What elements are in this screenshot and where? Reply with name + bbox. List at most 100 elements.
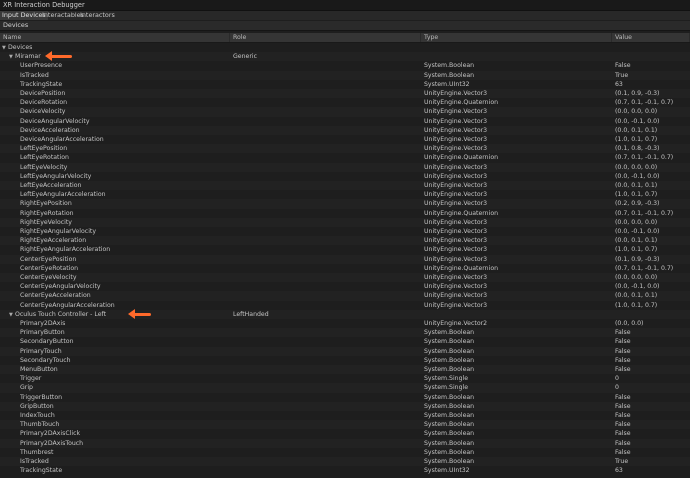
table-row[interactable]: DeviceAngularAcceleration UnityEngine.Vec… xyxy=(0,135,690,144)
table-row[interactable]: RightEyeAngularAcceleration UnityEngine.V… xyxy=(0,245,690,254)
table-row[interactable]: Thumbrest System.Boolean False xyxy=(0,448,690,457)
annotation-arrow-icon xyxy=(128,308,151,319)
table-row[interactable]: SecondaryTouch System.Boolean False xyxy=(0,356,690,365)
name-cell: PrimaryTouch xyxy=(20,347,228,356)
table-row[interactable]: UserPresence System.Boolean False xyxy=(0,61,690,70)
table-row[interactable]: RightEyeAngularVelocity UnityEngine.Vecto… xyxy=(0,227,690,236)
table-row[interactable]: SecondaryButton System.Boolean False xyxy=(0,337,690,346)
table-row[interactable]: CenterEyeAngularVelocity UnityEngine.Vect… xyxy=(0,282,690,291)
table-row[interactable]: PrimaryTouch System.Boolean False xyxy=(0,346,690,356)
table-row[interactable]: LeftEyeRotation UnityEngine.Quaternion (0.… xyxy=(0,153,690,162)
table-row[interactable]: CenterEyePosition UnityEngine.Vector3 (0.1… xyxy=(0,254,690,264)
table-row[interactable]: Trigger System.Single 0 xyxy=(0,374,690,383)
type-cell: UnityEngine.Vector3 xyxy=(424,108,488,116)
value-cell: False xyxy=(615,329,631,337)
name-cell: IndexTouch xyxy=(20,411,228,420)
table-row[interactable]: PrimaryButton System.Boolean False xyxy=(0,328,690,338)
window-titlebar: XR Interaction Debugger xyxy=(0,0,690,11)
tab-interactors[interactable]: Interactors xyxy=(78,11,117,20)
value-cell: (1.0, 0.1, 0.7) xyxy=(615,246,658,254)
value-cell: False xyxy=(615,412,631,419)
name-label: DeviceAcceleration xyxy=(20,126,80,134)
name-label: Trigger xyxy=(20,375,42,383)
name-label: CenterEyeAngularAcceleration xyxy=(20,301,115,309)
table-row[interactable]: RightEyeVelocity UnityEngine.Vector3 (0.0,… xyxy=(0,217,690,227)
value-cell: False xyxy=(615,439,631,447)
table-row[interactable]: MenuButton System.Boolean False xyxy=(0,365,690,375)
name-cell: DeviceVelocity xyxy=(20,107,228,116)
name-label: IsTracked xyxy=(20,71,49,79)
name-cell: RightEyeAngularAcceleration xyxy=(20,245,228,254)
type-cell: UnityEngine.Vector3 xyxy=(424,145,488,153)
table-row[interactable]: LeftEyePosition UnityEngine.Vector3 (0.1, … xyxy=(0,144,690,154)
type-cell: UnityEngine.Vector3 xyxy=(424,117,488,125)
table-row[interactable]: CenterEyeAcceleration UnityEngine.Vector3… xyxy=(0,291,690,301)
type-cell: System.Boolean xyxy=(424,356,475,364)
table-row[interactable]: TriggerButton System.Boolean False xyxy=(0,393,690,402)
name-label: CenterEyeAngularVelocity xyxy=(20,283,101,291)
table-row[interactable]: LeftEyeAngularVelocity UnityEngine.Vector… xyxy=(0,172,690,181)
value-cell: (0.1, 0.8, -0.3) xyxy=(615,145,660,153)
device-row[interactable]: ▼ Miramar Generic xyxy=(0,51,690,62)
table-row[interactable]: LeftEyeVelocity UnityEngine.Vector3 (0.0, … xyxy=(0,162,690,172)
type-cell: UnityEngine.Vector3 xyxy=(424,191,488,199)
table-row[interactable]: DeviceVelocity UnityEngine.Vector3 (0.0, 0… xyxy=(0,107,690,117)
name-cell: LeftEyeAcceleration xyxy=(20,181,228,190)
name-label: LeftEyeAcceleration xyxy=(20,182,82,189)
table-row[interactable]: CenterEyeVelocity UnityEngine.Vector3 (0.0… xyxy=(0,273,690,283)
table-row[interactable]: DeviceAngularVelocity UnityEngine.Vector3… xyxy=(0,117,690,126)
name-cell: ThumbTouch xyxy=(20,420,228,429)
table-row[interactable]: LeftEyeAngularAcceleration UnityEngine.Ve… xyxy=(0,190,690,199)
table-row[interactable]: Primary2DAxisTouch System.Boolean False xyxy=(0,438,690,448)
table-row[interactable]: Primary2DAxisClick System.Boolean False xyxy=(0,429,690,438)
name-label: UserPresence xyxy=(20,62,63,70)
name-cell: IsTracked xyxy=(20,457,228,466)
table-row[interactable]: ThumbTouch System.Boolean False xyxy=(0,420,690,430)
table-row[interactable]: RightEyeAcceleration UnityEngine.Vector3 (… xyxy=(0,236,690,246)
name-label: RightEyeAngularVelocity xyxy=(20,228,97,235)
table-row[interactable]: Grip System.Single 0 xyxy=(0,383,690,393)
name-label: TrackingState xyxy=(20,467,63,475)
table-row[interactable]: Primary2DAxis UnityEngine.Vector2 (0.0, 0.… xyxy=(0,319,690,328)
device-tree[interactable]: ▼ Devices ▼ Miramar Generic UserPresence Syste… xyxy=(0,43,690,478)
tree-root-row[interactable]: ▼ Devices xyxy=(0,43,690,52)
name-label: LeftEyeAngularVelocity xyxy=(20,172,92,180)
name-label: IsTracked xyxy=(20,458,49,465)
name-label: LeftEyeVelocity xyxy=(20,163,68,171)
value-cell: 0 xyxy=(615,375,619,383)
table-row[interactable]: TrackingState System.UInt32 63 xyxy=(0,466,690,475)
table-row[interactable]: RightEyePosition UnityEngine.Vector3 (0.2,… xyxy=(0,199,690,209)
table-row[interactable]: RightEyeRotation UnityEngine.Quaternion (0… xyxy=(0,209,690,218)
name-cell: RightEyePosition xyxy=(20,199,228,208)
name-cell: TrackingState xyxy=(20,466,228,475)
tab-bar: Input Devices Interactables Interactors xyxy=(0,11,690,20)
table-row[interactable]: GripButton System.Boolean False xyxy=(0,401,690,411)
table-row[interactable]: IndexTouch System.Boolean False xyxy=(0,411,690,420)
table-row[interactable]: TrackingState System.UInt32 63 xyxy=(0,80,690,89)
table-row[interactable]: IsTracked System.Boolean True xyxy=(0,70,690,80)
column-header-value[interactable]: Value xyxy=(612,33,690,42)
column-header-type[interactable]: Type xyxy=(421,33,612,42)
value-cell: (0.2, 0.9, -0.3) xyxy=(615,200,660,208)
device-row[interactable]: ▼ Oculus Touch Controller - Left LeftHande… xyxy=(0,308,690,319)
table-row[interactable]: DevicePosition UnityEngine.Vector3 (0.1, 0… xyxy=(0,89,690,99)
name-cell: CenterEyeAcceleration xyxy=(20,291,228,300)
name-cell: DeviceAcceleration xyxy=(20,126,228,135)
type-cell: UnityEngine.Vector3 xyxy=(424,90,488,97)
table-row[interactable]: DeviceRotation UnityEngine.Quaternion (0.7… xyxy=(0,98,690,107)
table-row[interactable]: CenterEyeAngularAcceleration UnityEngine.… xyxy=(0,301,690,310)
table-row[interactable]: CenterEyeRotation UnityEngine.Quaternion (… xyxy=(0,264,690,273)
value-cell: (0.0, 0.1, 0.1) xyxy=(615,126,658,134)
name-label: CenterEyePosition xyxy=(20,255,77,263)
name-cell: TrackingState xyxy=(20,80,228,89)
value-cell: (0.0, -0.1, 0.0) xyxy=(615,228,660,235)
column-header-name[interactable]: Name xyxy=(0,33,230,42)
table-row[interactable]: LeftEyeAcceleration UnityEngine.Vector3 (0… xyxy=(0,181,690,191)
window-title: XR Interaction Debugger xyxy=(3,1,85,9)
column-header-role[interactable]: Role xyxy=(230,33,421,42)
table-row[interactable]: DeviceAcceleration UnityEngine.Vector3 (0.… xyxy=(0,125,690,135)
type-cell: UnityEngine.Vector3 xyxy=(424,274,488,281)
table-row[interactable]: IsTracked System.Boolean True xyxy=(0,457,690,467)
section-header: Devices xyxy=(0,21,690,31)
type-cell: UnityEngine.Vector3 xyxy=(424,255,488,263)
